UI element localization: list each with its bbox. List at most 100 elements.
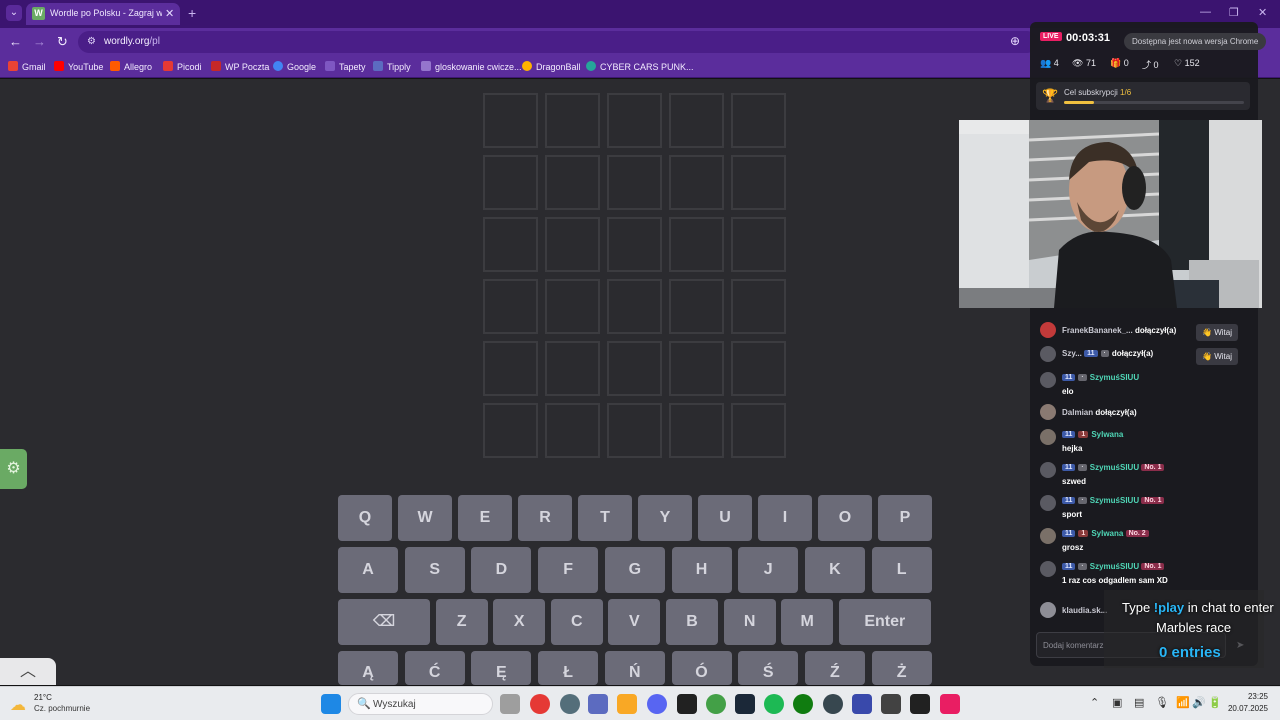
steam-icon[interactable] [735,694,755,714]
key-ę[interactable]: Ę [471,651,532,685]
reload-icon[interactable]: ↻ [57,34,68,50]
taskbar-search[interactable]: 🔍 Wyszukaj [348,693,493,715]
key-o[interactable]: O [818,495,872,541]
key-ś[interactable]: Ś [738,651,799,685]
avatar[interactable] [1040,528,1056,544]
avatar[interactable] [1040,561,1056,577]
bookmark-gmail[interactable]: Gmail [8,61,46,72]
window-close-icon[interactable]: ✕ [1258,6,1267,19]
bookmark-tipply[interactable]: Tipply [373,61,411,72]
witaj-button[interactable]: 👋 Witaj [1196,324,1238,341]
key-ć[interactable]: Ć [404,651,465,685]
key-ó[interactable]: Ó [671,651,732,685]
key-c[interactable]: C [550,599,603,645]
zoom-icon[interactable]: ⊕ [1010,34,1020,48]
avatar[interactable] [1040,429,1056,445]
key-b[interactable]: B [666,599,718,645]
bookmark-allegro[interactable]: Allegro [110,61,152,72]
site-info-icon[interactable]: ⚙ [87,36,96,47]
new-tab-plus-icon[interactable]: + [188,5,196,21]
epic-games-icon[interactable] [910,694,930,714]
key-q[interactable]: Q [338,495,392,541]
key-z[interactable]: Z [435,599,488,645]
chrome-icon[interactable] [706,694,726,714]
bookmark-cyber-cars[interactable]: CYBER CARS PUNK... [586,61,694,72]
battery-icon[interactable]: 🔋 [1208,696,1222,709]
url-field[interactable]: ⚙ wordly.org/pl [78,31,1038,53]
bookmark-youtube[interactable]: YouTube [54,61,103,72]
key-g[interactable]: G [604,547,665,593]
settings-gear-icon[interactable]: ⚙ [0,449,27,489]
key-d[interactable]: D [471,547,532,593]
browser-tab-active[interactable]: W Wordle po Polsku - Zagraj w W... ✕ [26,3,180,25]
volume-icon[interactable]: 🔊 [1192,696,1206,709]
key-ź[interactable]: Ź [804,651,865,685]
avatar[interactable] [1040,602,1056,618]
chrome-update-note[interactable]: Dostępna jest nowa wersja Chrome [1124,33,1267,50]
key-h[interactable]: H [671,547,732,593]
bookmark-gloskowanie[interactable]: gloskowanie cwicze... [421,61,522,72]
backspace-key-icon[interactable]: ⌫ [338,599,430,645]
key-ż[interactable]: Ż [871,651,932,685]
key-v[interactable]: V [608,599,661,645]
weather-temperature[interactable]: 21°C [34,693,52,702]
windows-start-icon[interactable] [321,694,341,714]
back-arrow-icon[interactable]: ← [9,34,22,49]
microphone-icon[interactable]: 🎙 [1155,696,1169,709]
key-e[interactable]: E [458,495,512,541]
epic-games-icon[interactable] [677,694,697,714]
key-ń[interactable]: Ń [604,651,665,685]
tray-app-icon[interactable]: ▣ [1112,696,1122,709]
bookmark-dragonball[interactable]: DragonBall [522,61,581,72]
tab-close-icon[interactable]: ✕ [165,7,174,20]
key-s[interactable]: S [404,547,465,593]
app-icon[interactable] [560,694,580,714]
tray-app-icon[interactable]: ▤ [1134,696,1144,709]
avatar[interactable] [1040,404,1056,420]
opera-gx-icon[interactable] [530,694,550,714]
key-n[interactable]: N [723,599,776,645]
key-p[interactable]: P [878,495,932,541]
key-f[interactable]: F [538,547,599,593]
key-w[interactable]: W [398,495,452,541]
bookmark-tapety[interactable]: Tapety [325,61,366,72]
witaj-button[interactable]: 👋 Witaj [1196,348,1238,365]
spotify-icon[interactable] [764,694,784,714]
tray-chevron-up-icon[interactable]: ⌃ [1090,696,1099,709]
key-r[interactable]: R [518,495,572,541]
taskbar-clock[interactable]: 23:25 20.07.2025 [1222,692,1268,713]
avatar[interactable] [1040,322,1056,338]
key-x[interactable]: X [493,599,546,645]
app-icon[interactable] [852,694,872,714]
key-i[interactable]: I [758,495,812,541]
key-a[interactable]: A [338,547,398,593]
tiktok-icon[interactable] [940,694,960,714]
avatar[interactable] [1040,372,1056,388]
avatar[interactable] [1040,495,1056,511]
key-u[interactable]: U [698,495,752,541]
scroll-up-chevron-icon[interactable]: ︿ [0,658,56,685]
enter-key[interactable]: Enter [838,599,931,645]
key-t[interactable]: T [578,495,632,541]
avatar[interactable] [1040,462,1056,478]
key-l[interactable]: L [871,547,932,593]
bookmark-google[interactable]: Google [273,61,316,72]
4k-app-icon[interactable] [823,694,843,714]
maximize-icon[interactable]: ❐ [1229,6,1239,19]
task-view-icon[interactable] [500,694,520,714]
key-k[interactable]: K [804,547,865,593]
xbox-icon[interactable] [793,694,813,714]
minimize-icon[interactable]: — [1200,6,1211,18]
wifi-icon[interactable]: 📶 [1176,696,1190,709]
key-m[interactable]: M [781,599,834,645]
discord-icon[interactable] [647,694,667,714]
file-explorer-icon[interactable] [617,694,637,714]
key-ł[interactable]: Ł [538,651,599,685]
forward-arrow-icon[interactable]: → [33,34,46,49]
app-icon[interactable] [588,694,608,714]
key-y[interactable]: Y [638,495,692,541]
app-icon[interactable] [881,694,901,714]
tab-search-chevron-icon[interactable]: ⌄ [6,5,22,21]
key-ą[interactable]: Ą [338,651,398,685]
weather-cloud-sun-icon[interactable]: ☁ [10,695,26,715]
